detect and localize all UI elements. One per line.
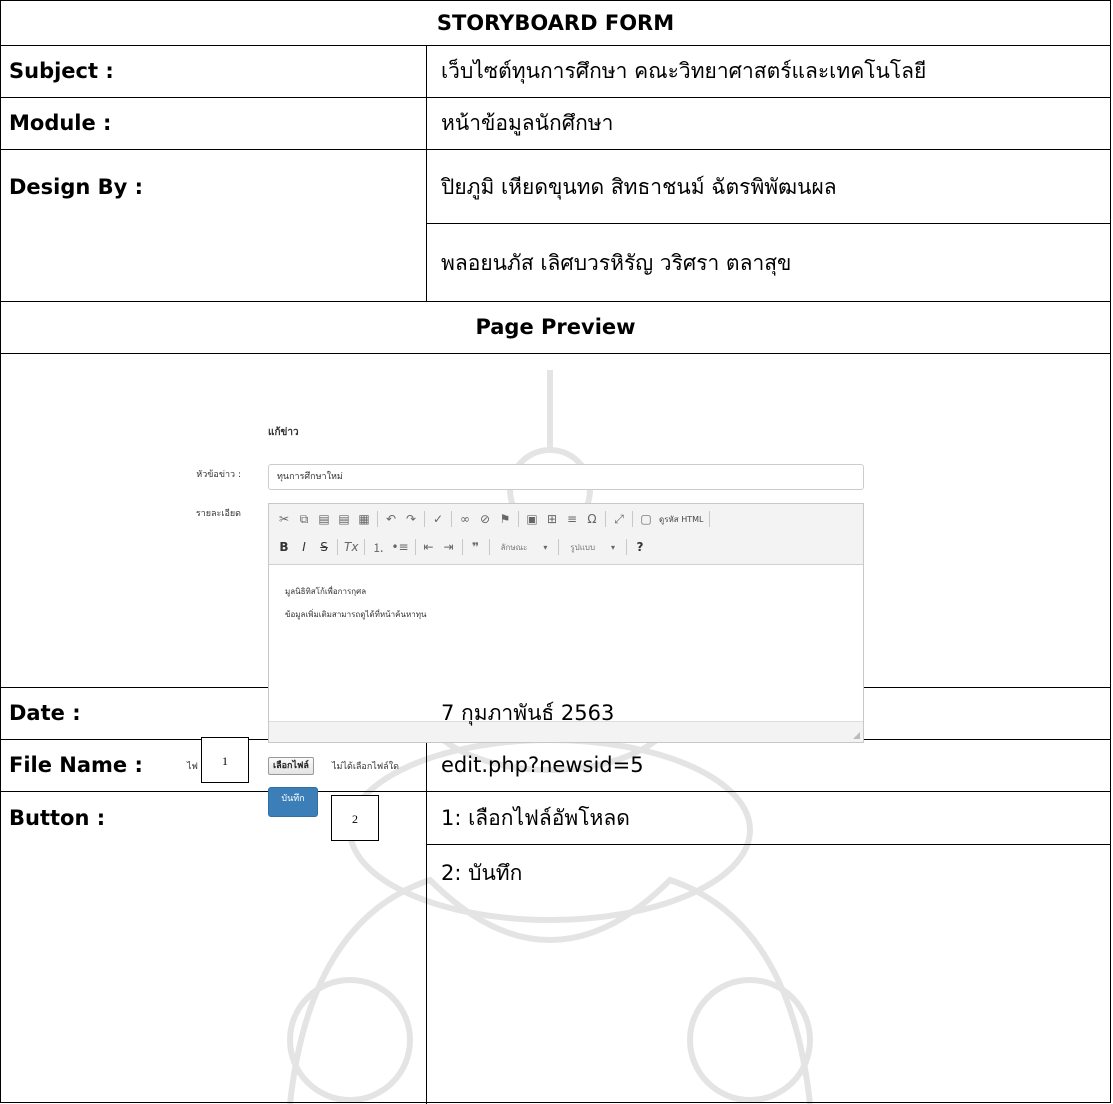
- file-status-text: ไม่ได้เลือกไฟล์ใด: [332, 762, 399, 772]
- file-name-value: edit.php?newsid=5: [441, 753, 644, 777]
- toolbar-separator: [364, 539, 366, 555]
- paste-word-icon[interactable]: ▦: [357, 512, 371, 526]
- chevron-down-icon[interactable]: ▾: [538, 543, 552, 552]
- table-icon[interactable]: ⊞: [545, 512, 559, 526]
- design-by-label: Design By :: [9, 175, 144, 199]
- indent-icon[interactable]: ⇥: [442, 540, 456, 554]
- horizontal-rule-icon[interactable]: ≡: [565, 512, 579, 526]
- special-char-icon[interactable]: Ω: [585, 512, 599, 526]
- redo-icon[interactable]: ↷: [404, 512, 418, 526]
- toolbar-separator: [377, 511, 378, 527]
- page-preview-heading: Page Preview: [475, 315, 636, 339]
- toolbar-separator: [451, 511, 452, 527]
- copy-icon[interactable]: ⧉: [297, 512, 311, 527]
- module-label: Module :: [9, 111, 112, 135]
- strike-icon[interactable]: S: [317, 540, 331, 554]
- source-icon[interactable]: ▢: [639, 512, 653, 526]
- button-1-description: 1: เลือกไฟล์อัพโหลด: [441, 806, 630, 830]
- toolbar-separator: [626, 539, 628, 555]
- toolbar-separator: [488, 539, 490, 555]
- column-divider: [426, 45, 427, 301]
- date-value: 7 กุมภาพันธ์ 2563: [441, 701, 615, 725]
- editor-content[interactable]: มูลนิธิทิสโก้เพื่อการกุศล ข้อมูลเพิ่มเติ…: [285, 580, 426, 626]
- undo-icon[interactable]: ↶: [384, 512, 398, 526]
- form-title: STORYBOARD FORM: [436, 11, 675, 35]
- editor-toolbar: ✂ ⧉ ▤ ▤ ▦ ↶ ↷ ✓ ∞ ⊘ ⚑ ▣ ⊞ ≡ Ω ⤢ ▢ ดูรหัส…: [269, 504, 863, 565]
- maximize-icon[interactable]: ⤢: [612, 512, 626, 527]
- remove-format-icon[interactable]: Tx: [344, 540, 358, 554]
- paste-text-icon[interactable]: ▤: [337, 512, 351, 526]
- file-label: ไฟ: [187, 762, 198, 772]
- editor-line: ข้อมูลเพิ่มเติมสามารถดูได้ที่หน้าค้นหาทุ…: [285, 610, 427, 619]
- row-divider: [426, 844, 1110, 845]
- anchor-flag-icon[interactable]: ⚑: [498, 512, 512, 526]
- row-divider: [426, 223, 1110, 224]
- format-dropdown[interactable]: ลักษณะ: [496, 540, 533, 555]
- column-divider: [426, 687, 427, 1104]
- style-dropdown[interactable]: รูปแบบ: [565, 540, 600, 555]
- spellcheck-icon[interactable]: ✓: [431, 512, 445, 526]
- choose-file-button[interactable]: เลือกไฟล์: [268, 757, 314, 775]
- button-2-description: 2: บันทึก: [441, 861, 523, 885]
- headline-label: หัวข้อข่าว :: [196, 470, 241, 480]
- outdent-icon[interactable]: ⇤: [422, 540, 436, 554]
- callout-1: 1: [201, 737, 249, 783]
- headline-input[interactable]: ทุนการศึกษาใหม่: [268, 464, 864, 490]
- detail-label: รายละเอียด: [195, 509, 241, 519]
- bulleted-list-icon[interactable]: •≡: [391, 540, 408, 554]
- toolbar-separator: [337, 539, 338, 555]
- callout-2: 2: [331, 795, 379, 841]
- help-button[interactable]: ?: [633, 540, 647, 554]
- paste-icon[interactable]: ▤: [317, 512, 331, 526]
- designer-names-line-1: ปิยภูมิ เหียดขุนทด สิทธาชนม์ ฉัตรพิพัฒนผ…: [441, 175, 837, 199]
- toolbar-separator: [632, 511, 633, 527]
- chevron-down-icon[interactable]: ▾: [606, 543, 620, 552]
- image-icon[interactable]: ▣: [525, 512, 539, 526]
- resize-grip-icon[interactable]: [853, 732, 860, 739]
- storyboard-form: STORYBOARD FORM Subject : เว็บไซต์ทุนการ…: [0, 0, 1111, 1104]
- cut-icon[interactable]: ✂: [277, 512, 291, 526]
- bold-icon[interactable]: B: [277, 540, 291, 554]
- italic-icon[interactable]: I: [297, 540, 311, 554]
- view-source-button[interactable]: ดูรหัส HTML: [659, 513, 703, 526]
- blockquote-icon[interactable]: ❞: [469, 540, 483, 554]
- unlink-icon[interactable]: ⊘: [478, 512, 492, 526]
- row-divider: [1, 301, 1110, 302]
- toolbar-separator: [709, 511, 711, 527]
- link-icon[interactable]: ∞: [458, 512, 472, 526]
- row-divider: [1, 149, 1110, 150]
- toolbar-separator: [414, 539, 416, 555]
- row-divider: [1, 791, 1110, 792]
- subject-value: เว็บไซต์ทุนการศึกษา คณะวิทยาศาสตร์และเทค…: [441, 59, 927, 83]
- module-value: หน้าข้อมูลนักศึกษา: [441, 111, 614, 135]
- subject-label: Subject :: [9, 59, 114, 83]
- editor-line: มูลนิธิทิสโก้เพื่อการกุศล: [285, 587, 367, 596]
- toolbar-separator: [605, 511, 606, 527]
- row-divider: [1, 353, 1110, 354]
- row-divider: [1, 97, 1110, 98]
- preview-page-title: แก้ข่าว: [268, 427, 299, 438]
- numbered-list-icon[interactable]: ⒈: [371, 539, 385, 556]
- toolbar-separator: [558, 539, 560, 555]
- button-label: Button :: [9, 806, 106, 830]
- toolbar-separator: [424, 511, 425, 527]
- designer-names-line-2: พลอยนภัส เลิศบวรหิรัญ วริศรา ตลาสุข: [441, 251, 792, 275]
- file-name-label: File Name :: [9, 753, 143, 777]
- toolbar-separator: [461, 539, 463, 555]
- date-label: Date :: [9, 701, 81, 725]
- save-button[interactable]: บันทึก: [268, 787, 318, 817]
- toolbar-separator: [518, 511, 519, 527]
- row-divider: [1, 45, 1110, 46]
